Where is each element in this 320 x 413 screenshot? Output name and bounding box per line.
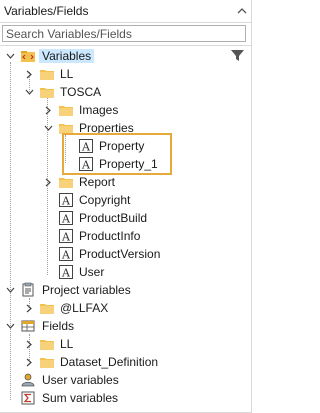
scroll-up-icon[interactable] <box>236 5 248 15</box>
svg-text:A: A <box>61 249 71 262</box>
tree-item-project-variables[interactable]: Project variables <box>0 281 230 299</box>
variables-fields-panel: Variables/Fields Variables LL <box>0 0 252 413</box>
tree-item-label: User <box>79 265 105 279</box>
tree-item-fields[interactable]: Fields <box>0 317 230 335</box>
chevron-right-icon[interactable] <box>24 68 34 80</box>
folder-icon <box>58 102 74 118</box>
tree-item-label: Project variables <box>42 283 131 297</box>
chevron-right-icon[interactable] <box>43 176 53 188</box>
tree-item-sum-variables[interactable]: Sum variables <box>0 389 230 407</box>
tree-item-productinfo[interactable]: A ProductInfo <box>0 227 230 245</box>
tree-item-label: ProductBuild <box>79 211 148 225</box>
tree-item-label: @LLFAX <box>60 301 109 315</box>
tree-item-variables[interactable]: Variables <box>0 47 230 65</box>
sum-variables-icon <box>20 390 36 406</box>
text-variable-icon: A <box>58 210 74 226</box>
tree-item-label: Fields <box>42 319 75 333</box>
tree-item-productversion[interactable]: A ProductVersion <box>0 245 230 263</box>
folder-icon <box>39 354 55 370</box>
tree-item-dataset-definition[interactable]: Dataset_Definition <box>0 353 230 371</box>
tree-item-user[interactable]: A User <box>0 263 230 281</box>
chevron-down-icon[interactable] <box>5 50 15 62</box>
tree-item-user-variables[interactable]: User variables <box>0 371 230 389</box>
tree-item-label: Variables <box>39 49 95 63</box>
tree-item-label: ProductVersion <box>79 247 161 261</box>
panel-titlebar: Variables/Fields <box>0 0 251 23</box>
svg-text:A: A <box>61 213 71 226</box>
svg-text:A: A <box>61 231 71 244</box>
tree-item-label: Copyright <box>79 193 131 207</box>
project-variables-icon <box>20 282 36 298</box>
tree-item-fields-ll[interactable]: LL <box>0 335 230 353</box>
chevron-down-icon[interactable] <box>24 86 34 98</box>
fields-icon <box>20 318 36 334</box>
tree-item-images[interactable]: Images <box>0 101 230 119</box>
text-variable-icon: A <box>58 228 74 244</box>
tree-item-tosca[interactable]: TOSCA <box>0 83 230 101</box>
panel-title: Variables/Fields <box>4 4 89 18</box>
search-row <box>0 23 251 46</box>
tree-item-label: Dataset_Definition <box>60 355 159 369</box>
svg-text:A: A <box>61 195 71 208</box>
highlight-box <box>62 133 172 175</box>
tree-item-copyright[interactable]: A Copyright <box>0 191 230 209</box>
tree-item-label: TOSCA <box>60 85 102 99</box>
chevron-down-icon[interactable] <box>5 284 15 296</box>
chevron-right-icon[interactable] <box>43 104 53 116</box>
tree-item-productbuild[interactable]: A ProductBuild <box>0 209 230 227</box>
tree-item-label: LL <box>60 337 74 351</box>
tree-item-label: ProductInfo <box>79 229 141 243</box>
chevron-down-icon[interactable] <box>43 122 53 134</box>
text-variable-icon: A <box>58 264 74 280</box>
tree-item-label: Sum variables <box>42 391 119 405</box>
text-variable-icon: A <box>58 246 74 262</box>
variables-icon <box>20 48 36 64</box>
chevron-right-icon[interactable] <box>24 302 34 314</box>
chevron-right-icon[interactable] <box>24 338 34 350</box>
tree-item-ll[interactable]: LL <box>0 65 230 83</box>
text-variable-icon: A <box>58 192 74 208</box>
tree-item-label: Report <box>79 175 116 189</box>
tree-item-label: LL <box>60 67 74 81</box>
svg-text:A: A <box>61 267 71 280</box>
folder-icon <box>39 300 55 316</box>
tree-item-llfax[interactable]: @LLFAX <box>0 299 230 317</box>
filter-icon[interactable] <box>230 48 245 63</box>
folder-icon <box>39 66 55 82</box>
tree-item-label: User variables <box>42 373 119 387</box>
user-variables-icon <box>20 372 36 388</box>
tree-item-report[interactable]: Report <box>0 173 230 191</box>
chevron-right-icon[interactable] <box>24 356 34 368</box>
chevron-down-icon[interactable] <box>5 320 15 332</box>
folder-icon <box>39 84 55 100</box>
search-input[interactable] <box>2 25 246 42</box>
folder-icon <box>58 174 74 190</box>
tree-item-label: Images <box>79 103 119 117</box>
folder-icon <box>39 336 55 352</box>
